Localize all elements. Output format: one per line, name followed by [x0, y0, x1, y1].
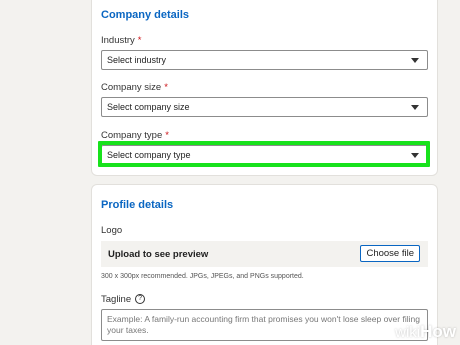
chevron-down-icon — [411, 58, 419, 63]
required-mark: * — [164, 82, 168, 93]
company-details-title: Company details — [101, 9, 190, 21]
wikihow-watermark: wikiHow — [395, 322, 456, 341]
required-mark: * — [165, 130, 169, 141]
logo-upload-text: Upload to see preview — [108, 249, 209, 260]
industry-label: Industry * — [101, 35, 142, 46]
company-size-label: Company size * — [101, 82, 168, 93]
industry-select-value: Select industry — [107, 55, 167, 65]
logo-upload-area: Upload to see preview Choose file — [101, 241, 428, 267]
company-type-highlight-box — [98, 141, 430, 167]
required-mark: * — [137, 35, 142, 46]
logo-label: Logo — [101, 225, 123, 236]
industry-select[interactable]: Select industry — [101, 50, 428, 70]
help-icon[interactable]: ? — [135, 294, 146, 305]
profile-details-title: Profile details — [101, 199, 174, 211]
logo-hint: 300 x 300px recommended. JPGs, JPEGs, an… — [101, 273, 304, 280]
company-size-select[interactable]: Select company size — [101, 97, 428, 117]
company-size-select-value: Select company size — [107, 102, 190, 112]
choose-file-button[interactable]: Choose file — [360, 245, 420, 262]
profile-details-card: Profile details Logo Upload to see previ… — [91, 184, 438, 345]
company-type-label: Company type * — [101, 130, 169, 141]
tagline-textarea[interactable]: Example: A family-run accounting firm th… — [101, 309, 428, 341]
chevron-down-icon — [411, 105, 419, 110]
tagline-label: Tagline? — [101, 294, 146, 305]
